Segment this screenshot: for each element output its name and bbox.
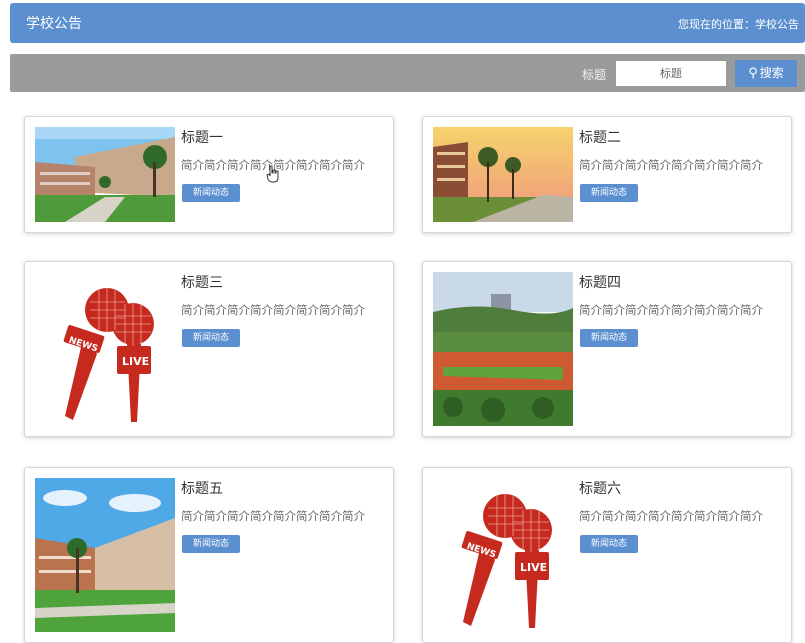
card-title[interactable]: 标题四 — [579, 272, 621, 292]
hand-cursor-icon — [266, 165, 280, 187]
search-input[interactable]: 标题 — [616, 61, 726, 86]
category-tag[interactable]: 新闻动态 — [580, 535, 638, 553]
svg-text:LIVE: LIVE — [520, 561, 547, 574]
search-button[interactable]: ⚲ 搜索 — [735, 60, 797, 87]
category-tag[interactable]: 新闻动态 — [182, 535, 240, 553]
search-bar: 标题 标题 ⚲ 搜索 — [10, 54, 805, 92]
card-title[interactable]: 标题三 — [181, 272, 223, 292]
news-card[interactable]: 标题二 简介简介简介简介简介简介简介简介 新闻动态 — [422, 116, 792, 233]
campus-photo — [35, 127, 175, 222]
card-title[interactable]: 标题六 — [579, 478, 621, 498]
search-button-label: 搜索 — [759, 66, 784, 80]
card-description: 简介简介简介简介简介简介简介简介 — [579, 509, 763, 523]
card-description: 简介简介简介简介简介简介简介简介 — [181, 509, 365, 523]
card-description: 简介简介简介简介简介简介简介简介 — [181, 303, 365, 317]
svg-text:LIVE: LIVE — [122, 355, 149, 368]
category-tag[interactable]: 新闻动态 — [182, 184, 240, 202]
campus-photo — [35, 478, 175, 632]
category-tag[interactable]: 新闻动态 — [182, 329, 240, 347]
search-icon: ⚲ — [748, 66, 758, 81]
campus-photo — [433, 127, 573, 222]
search-label: 标题 — [582, 68, 607, 82]
news-card[interactable]: NEWS LIVE 标题三 简介简介简介简介简介简介简介简介 新闻动态 — [24, 261, 394, 437]
news-microphone-icon: NEWS LIVE — [35, 272, 175, 426]
news-card[interactable]: 标题五 简介简介简介简介简介简介简介简介 新闻动态 — [24, 467, 394, 643]
card-title[interactable]: 标题五 — [181, 478, 223, 498]
category-tag[interactable]: 新闻动态 — [580, 184, 638, 202]
card-description: 简介简介简介简介简介简介简介简介 — [579, 303, 763, 317]
breadcrumb: 您现在的位置：学校公告 — [678, 18, 799, 31]
news-card[interactable]: 标题四 简介简介简介简介简介简介简介简介 新闻动态 — [422, 261, 792, 437]
card-description: 简介简介简介简介简介简介简介简介 — [579, 158, 763, 172]
news-microphone-icon: NEWS LIVE — [433, 478, 573, 632]
card-title[interactable]: 标题二 — [579, 127, 621, 147]
card-title[interactable]: 标题一 — [181, 127, 223, 147]
news-card[interactable]: NEWS LIVE 标题六 简介简介简介简介简介简介简介简介 新闻动态 — [422, 467, 792, 643]
category-tag[interactable]: 新闻动态 — [580, 329, 638, 347]
news-card[interactable]: 标题一 简介简介简介简介简介简介简介简介 新闻动态 — [24, 116, 394, 233]
campus-photo — [433, 272, 573, 426]
page-title: 学校公告 — [26, 16, 82, 32]
page-header: 学校公告 您现在的位置：学校公告 — [10, 3, 805, 43]
